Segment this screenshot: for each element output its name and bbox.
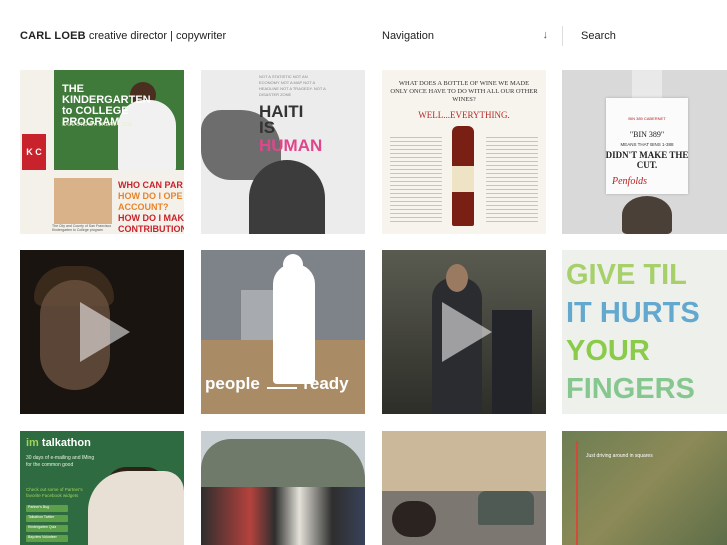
kindergarten-subtitle: SAVE STEADY. DREAM HUGE. xyxy=(62,122,134,128)
talkathon-subtitle: 30 days of e-mailing and IMing for the c… xyxy=(26,455,95,468)
project-tile-video-portrait[interactable] xyxy=(20,250,184,414)
man-graphic xyxy=(88,471,184,545)
project-tile-talkathon[interactable]: im talkathon 30 days of e-mailing and IM… xyxy=(20,431,184,545)
project-tile-bin389[interactable]: BIN 389 CABERNET "BIN 389" MEANS THAT BI… xyxy=(562,70,727,234)
project-tile-cemetery-crowd[interactable] xyxy=(201,431,365,545)
site-brand[interactable]: CARL LOEB creative director | copywriter xyxy=(20,30,226,42)
header-divider xyxy=(562,26,563,46)
widget-button[interactable]: Kindergarten Quiz xyxy=(26,525,68,532)
trees-graphic xyxy=(201,439,365,489)
wine-body-text xyxy=(390,134,442,224)
blank-underline xyxy=(266,387,297,389)
site-header: CARL LOEB creative director | copywriter… xyxy=(0,0,727,70)
bin-389-text: "BIN 389" xyxy=(629,130,665,139)
route-line-graphic xyxy=(576,441,578,545)
talkathon-logo: im talkathon xyxy=(26,437,91,449)
buildings-graphic xyxy=(382,431,546,491)
search-input[interactable] xyxy=(575,26,727,46)
crowd-graphic xyxy=(201,487,365,545)
people-ready-text: people ready xyxy=(205,374,365,394)
talkathon-check: Check out some of Partner's favorite Fac… xyxy=(26,487,83,498)
give-text-block: GIVE TIL IT HURTS YOUR FINGERS xyxy=(566,256,700,408)
arrow-down-icon: ↓ xyxy=(542,29,549,41)
brand-tagline: creative director | copywriter xyxy=(88,30,227,42)
question-line: HOW DO I MAK xyxy=(118,213,184,223)
haiti-small-text: NOT A STATISTIC NOT AN ECONOMY NOT A MAP… xyxy=(259,74,326,97)
car-graphic xyxy=(478,491,534,525)
ready-word: ready xyxy=(303,374,349,393)
bin-top-label: BIN 389 CABERNET xyxy=(628,116,666,121)
give-line: FINGERS xyxy=(566,373,695,405)
wine-label-graphic xyxy=(452,166,474,192)
kc-logo: K C xyxy=(22,134,46,170)
question-line: HOW DO I OPE xyxy=(118,191,183,201)
wine-answer: WELL...EVERYTHING. xyxy=(418,110,510,120)
people-graphic xyxy=(492,310,532,414)
penfolds-logo: Penfolds xyxy=(612,176,647,187)
give-line: IT HURTS xyxy=(566,297,700,329)
cyclist-graphic xyxy=(392,501,436,537)
kindergarten-questions: WHO CAN PAR HOW DO I OPE ACCOUNT? HOW DO… xyxy=(118,180,184,234)
talkathon-word: talkathon xyxy=(38,437,91,449)
widget-button[interactable]: Talkathon Twitter xyxy=(26,515,68,522)
haiti-line: IS xyxy=(259,118,276,137)
widget-button[interactable]: Bayview Volunteer xyxy=(26,535,68,542)
kindergarten-caption: The City and County of San Francisco Kin… xyxy=(52,224,112,232)
project-tile-driving-squares[interactable]: Just driving around in squares xyxy=(562,431,727,545)
aerial-map-graphic xyxy=(562,431,727,545)
dress-graphic xyxy=(249,160,325,234)
brand-name[interactable]: CARL LOEB xyxy=(20,30,86,42)
navigation-dropdown[interactable]: Navigation ↓ xyxy=(382,26,550,46)
search-box[interactable] xyxy=(575,26,727,46)
question-line: WHO CAN PAR xyxy=(118,180,183,190)
man-silhouette xyxy=(273,264,315,384)
wine-headline: WHAT DOES A BOTTLE OF WINE WE MADE ONLY … xyxy=(390,80,538,103)
driving-caption: Just driving around in squares xyxy=(586,453,653,459)
widget-button[interactable]: Partner's Bug xyxy=(26,505,68,512)
give-line: GIVE TIL xyxy=(566,259,687,291)
roots-graphic xyxy=(622,196,672,234)
project-tile-video-office[interactable] xyxy=(382,250,546,414)
play-icon[interactable] xyxy=(442,302,492,362)
man-head-graphic xyxy=(446,264,468,292)
bottle-neck-graphic xyxy=(632,70,662,100)
navigation-label: Navigation xyxy=(382,30,434,42)
project-tile-wine[interactable]: WHAT DOES A BOTTLE OF WINE WE MADE ONLY … xyxy=(382,70,546,234)
project-tile-haiti[interactable]: NOT A STATISTIC NOT AN ECONOMY NOT A MAP… xyxy=(201,70,365,234)
people-word: people xyxy=(205,374,260,393)
question-line: ACCOUNT? xyxy=(118,202,169,212)
kids-photo xyxy=(54,178,112,224)
project-tile-people-ready[interactable]: people ready xyxy=(201,250,365,414)
haiti-human: HUMAN xyxy=(259,136,323,155)
project-tile-kindergarten[interactable]: THE KINDERGARTEN to COLLEGE PROGRAM. SAV… xyxy=(20,70,184,234)
haiti-headline: HAITI IS xyxy=(259,103,303,137)
bin-means-text: MEANS THAT BINS 1-388 xyxy=(620,142,674,147)
project-tile-give-til-it-hurts[interactable]: GIVE TIL IT HURTS YOUR FINGERS xyxy=(562,250,727,414)
bin-didnt-text: DIDN'T MAKE THE CUT. xyxy=(605,150,689,170)
wine-body-text xyxy=(486,134,538,224)
project-tile-street[interactable] xyxy=(382,431,546,545)
give-line: YOUR xyxy=(566,335,650,367)
question-line: CONTRIBUTION xyxy=(118,224,184,234)
im-prefix: im xyxy=(26,437,39,449)
play-icon[interactable] xyxy=(80,302,130,362)
